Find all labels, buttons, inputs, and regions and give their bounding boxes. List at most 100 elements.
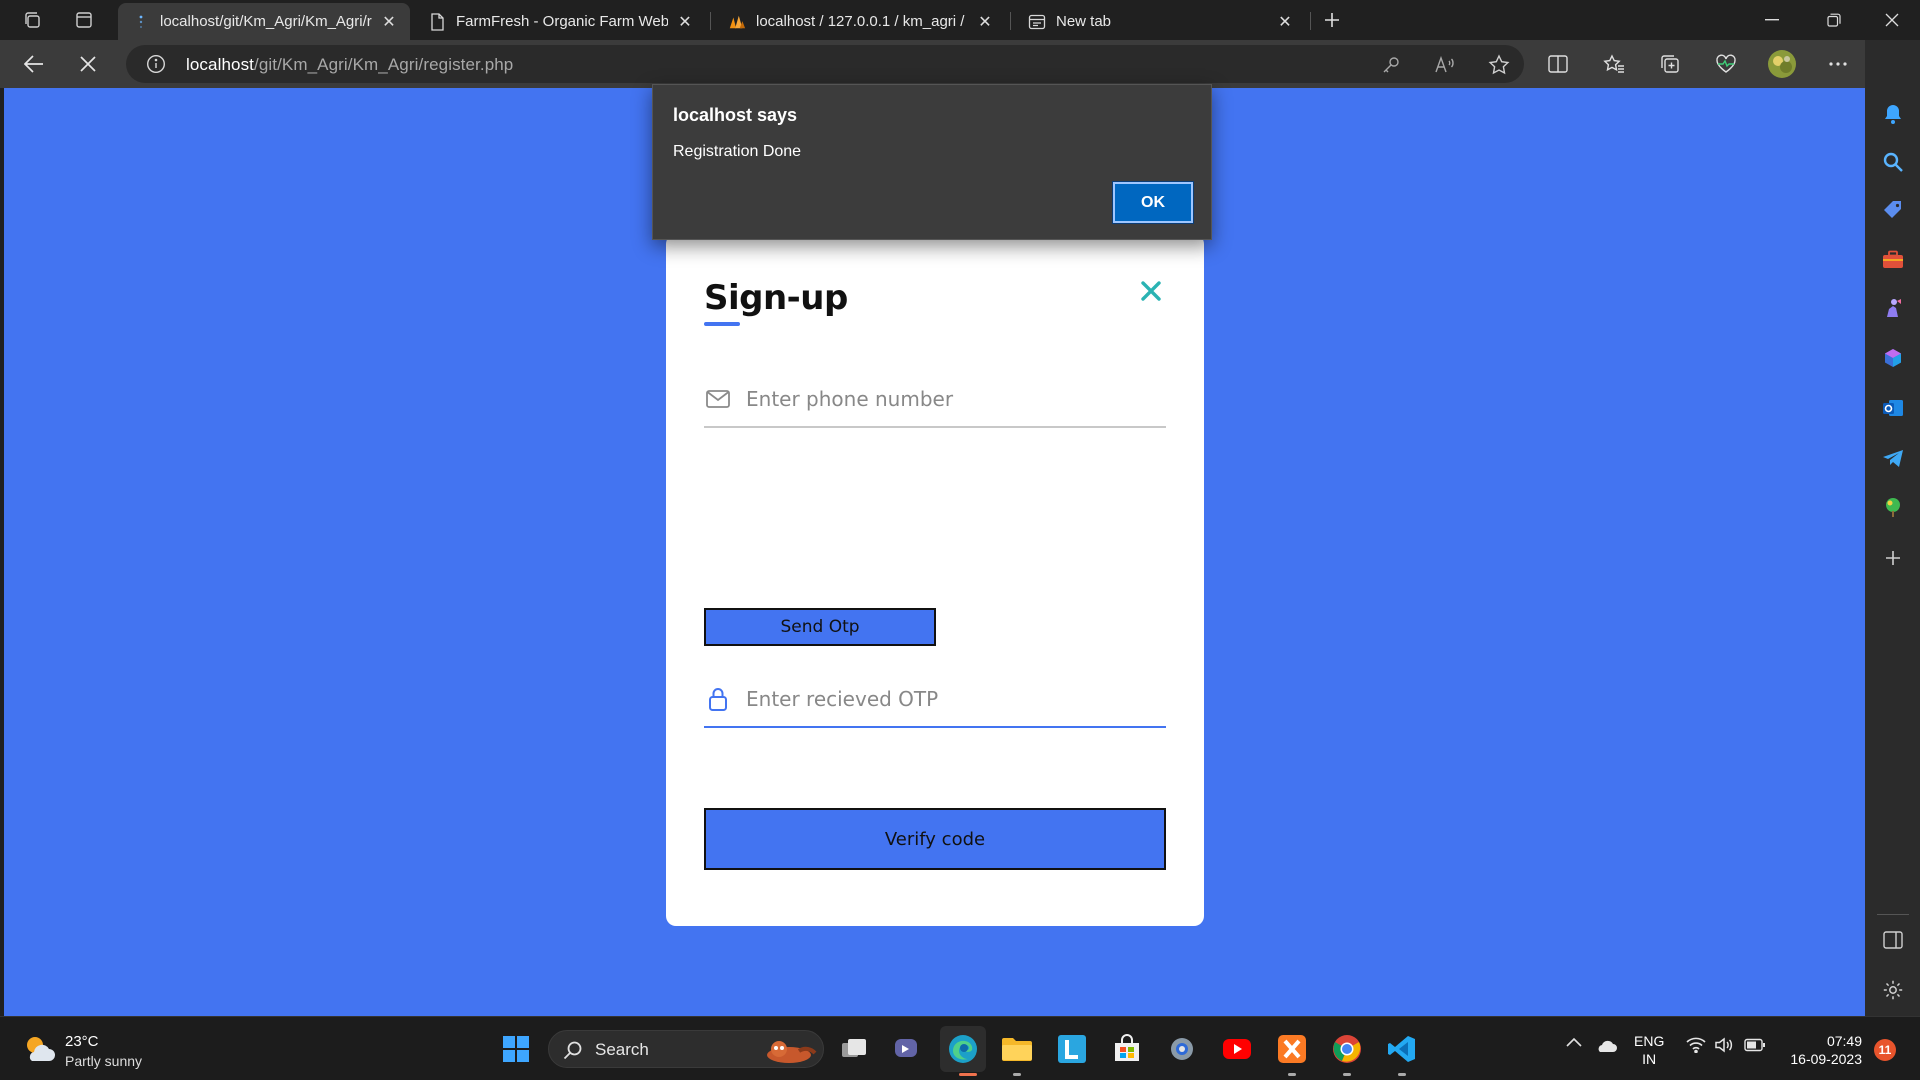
l-app-icon[interactable] — [1054, 1031, 1090, 1067]
browser-essentials-icon[interactable] — [1710, 48, 1742, 80]
alert-title: localhost says — [673, 105, 798, 125]
edge-taskbar-icon[interactable] — [940, 1026, 986, 1072]
restore-icon[interactable] — [1806, 0, 1862, 40]
tab-title: localhost/git/Km_Agri/Km_Agri/r — [160, 13, 372, 30]
close-icon[interactable]: ✕ — [974, 11, 996, 33]
shopping-tag-icon[interactable] — [1879, 196, 1907, 224]
more-options-icon[interactable] — [1822, 48, 1854, 80]
stop-loading-icon[interactable] — [72, 48, 104, 80]
weather-temperature[interactable]: 23°C — [65, 1033, 99, 1050]
taskbar-search[interactable]: Search — [548, 1030, 824, 1068]
newtab-icon — [1028, 13, 1046, 31]
verify-code-button[interactable]: Verify code — [704, 808, 1166, 870]
read-aloud-icon[interactable] — [1432, 52, 1458, 78]
youtube-icon[interactable] — [1219, 1031, 1255, 1067]
running-app-indicator — [1398, 1073, 1406, 1076]
search-icon[interactable] — [1879, 148, 1907, 176]
envelope-icon — [704, 385, 732, 413]
close-icon[interactable]: ✕ — [674, 11, 696, 33]
wifi-icon[interactable] — [1686, 1037, 1706, 1053]
notification-count-badge[interactable]: 11 — [1874, 1039, 1896, 1061]
clock-time: 07:49 — [1826, 1033, 1862, 1049]
tab-separator — [710, 12, 711, 30]
tree-app-icon[interactable] — [1879, 494, 1907, 522]
back-arrow-icon[interactable] — [18, 48, 50, 80]
close-icon[interactable] — [1134, 274, 1168, 308]
battery-icon[interactable] — [1744, 1038, 1766, 1052]
search-highlight-art — [759, 1035, 819, 1065]
collections-icon[interactable] — [1654, 48, 1686, 80]
close-icon[interactable]: ✕ — [1274, 11, 1296, 33]
password-key-icon[interactable] — [1378, 52, 1404, 78]
url-host: localhost — [186, 55, 254, 74]
microsoft-365-icon[interactable] — [1879, 344, 1907, 372]
profile-avatar-icon[interactable] — [1766, 48, 1798, 80]
partly-sunny-icon[interactable] — [22, 1033, 56, 1063]
tab-phpmyadmin[interactable]: localhost / 127.0.0.1 / km_agri / f ✕ — [714, 3, 1006, 40]
phone-input[interactable] — [746, 378, 1156, 420]
favorite-star-icon[interactable] — [1486, 52, 1512, 78]
system-clock[interactable]: 07:49 16-09-2023 — [1782, 1032, 1862, 1068]
teams-chat-icon[interactable] — [889, 1031, 925, 1067]
phpmyadmin-icon — [728, 13, 746, 31]
tab-register[interactable]: localhost/git/Km_Agri/Km_Agri/r ✕ — [118, 3, 410, 40]
signup-card: Sign-up Send Otp Verify code — [666, 234, 1204, 926]
url-path: /git/Km_Agri/Km_Agri/register.php — [254, 55, 514, 74]
otp-input[interactable] — [746, 678, 1156, 720]
send-otp-button[interactable]: Send Otp — [704, 608, 936, 646]
hide-sidebar-icon[interactable] — [1879, 926, 1907, 954]
new-tab-plus-icon[interactable] — [1318, 6, 1346, 34]
weather-description[interactable]: Partly sunny — [65, 1053, 142, 1069]
chrome-icon[interactable] — [1329, 1031, 1365, 1067]
vertical-tabs-icon[interactable] — [70, 6, 98, 34]
otp-field — [704, 672, 1166, 728]
windows-taskbar: 23°C Partly sunny Search ENG IN 07:49 16… — [0, 1016, 1920, 1080]
volume-icon[interactable] — [1714, 1037, 1734, 1053]
loading-spinner-icon — [132, 13, 150, 31]
telegram-send-icon[interactable] — [1879, 444, 1907, 472]
running-app-indicator — [1013, 1073, 1021, 1076]
windows-start-icon[interactable] — [498, 1031, 534, 1067]
xampp-icon[interactable] — [1274, 1031, 1310, 1067]
notification-bell-icon[interactable] — [1879, 100, 1907, 128]
running-app-indicator — [1288, 1073, 1296, 1076]
settings-gear-icon[interactable] — [1879, 976, 1907, 1004]
tab-title: New tab — [1056, 13, 1112, 30]
tools-briefcase-icon[interactable] — [1879, 246, 1907, 274]
alert-message: Registration Done — [673, 143, 802, 160]
active-app-indicator — [959, 1073, 977, 1076]
split-screen-icon[interactable] — [1542, 48, 1574, 80]
file-explorer-icon[interactable] — [999, 1031, 1035, 1067]
tab-separator — [1010, 12, 1011, 30]
lang-code: ENG — [1634, 1033, 1665, 1049]
microsoft-store-icon[interactable] — [1109, 1031, 1145, 1067]
tab-farmfresh[interactable]: FarmFresh - Organic Farm Websi ✕ — [414, 3, 706, 40]
phone-field — [704, 372, 1166, 428]
onedrive-cloud-icon[interactable] — [1595, 1039, 1617, 1053]
address-bar[interactable]: localhost/git/Km_Agri/Km_Agri/register.p… — [126, 45, 1524, 83]
vscode-icon[interactable] — [1384, 1031, 1420, 1067]
close-window-icon[interactable] — [1864, 0, 1920, 40]
title-underline — [704, 322, 740, 326]
games-icon[interactable] — [1879, 294, 1907, 322]
tab-title: localhost / 127.0.0.1 / km_agri / f — [756, 13, 968, 30]
alert-dialog: localhost says Registration Done OK — [652, 84, 1212, 240]
tab-new-tab[interactable]: New tab ✕ — [1014, 3, 1306, 40]
settings-app-icon[interactable] — [1164, 1031, 1200, 1067]
workspaces-icon[interactable] — [18, 6, 46, 34]
alert-ok-button[interactable]: OK — [1112, 181, 1194, 224]
search-icon — [563, 1040, 583, 1060]
favorites-icon[interactable] — [1598, 48, 1630, 80]
minimize-icon[interactable] — [1744, 0, 1800, 40]
input-language[interactable]: ENG IN — [1634, 1032, 1664, 1068]
close-icon[interactable]: ✕ — [378, 11, 400, 33]
site-info-icon[interactable] — [146, 54, 166, 74]
browser-toolbar: localhost/git/Km_Agri/Km_Agri/register.p… — [0, 40, 1920, 88]
search-label: Search — [595, 1040, 649, 1059]
outlook-icon[interactable] — [1879, 394, 1907, 422]
edge-sidebar — [1865, 40, 1920, 1016]
show-hidden-icons-chevron-icon[interactable] — [1566, 1037, 1582, 1047]
url-text[interactable]: localhost/git/Km_Agri/Km_Agri/register.p… — [186, 55, 513, 75]
task-view-icon[interactable] — [836, 1031, 872, 1067]
add-sidebar-app-icon[interactable] — [1879, 544, 1907, 572]
